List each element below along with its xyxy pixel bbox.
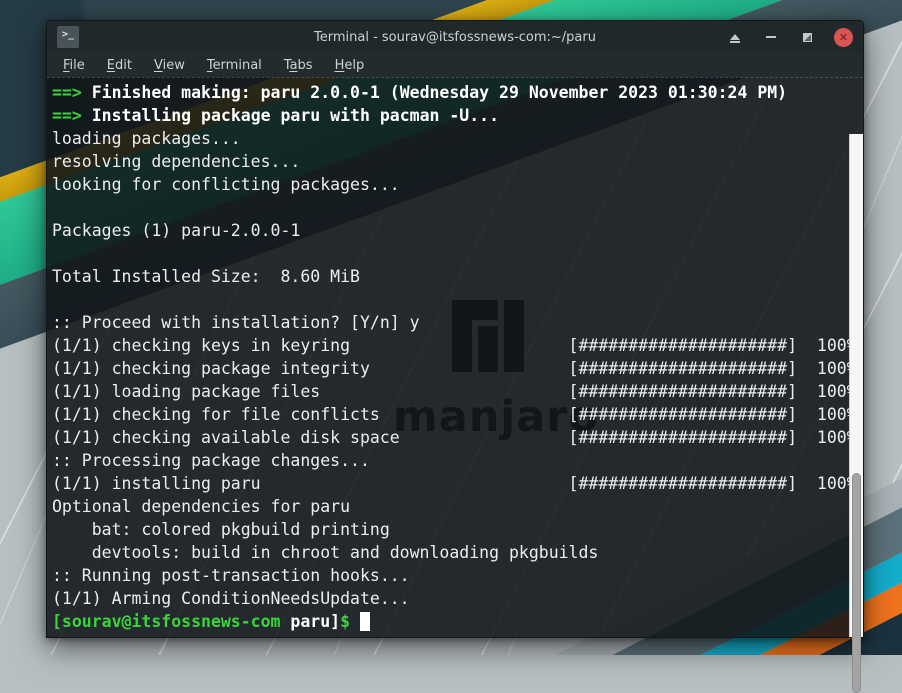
window-titlebar[interactable]: >_ Terminal - sourav@itsfossnews-com:~/p…: [47, 21, 863, 53]
minimize-button[interactable]: [762, 28, 780, 46]
terminal-line: :: Running post-transaction hooks...: [52, 564, 847, 587]
terminal-line: :: Processing package changes...: [52, 449, 847, 472]
menu-file[interactable]: File: [57, 56, 91, 75]
menu-help[interactable]: Help: [329, 56, 371, 75]
terminal-line: devtools: build in chroot and downloadin…: [52, 541, 847, 564]
terminal-line: (1/1) checking package integrity [######…: [52, 357, 847, 380]
maximize-button[interactable]: [798, 28, 816, 46]
terminal-line: [52, 196, 847, 219]
text-cursor: [360, 612, 370, 631]
terminal-line: [sourav@itsfossnews-com paru]$: [52, 610, 847, 633]
eject-icon: [730, 34, 740, 40]
terminal-output: ==> Finished making: paru 2.0.0-1 (Wedne…: [52, 81, 847, 633]
terminal-line: ==> Installing package paru with pacman …: [52, 104, 847, 127]
terminal-line: (1/1) Arming ConditionNeedsUpdate...: [52, 587, 847, 610]
terminal-line: (1/1) loading package files [###########…: [52, 380, 847, 403]
terminal-line: [52, 242, 847, 265]
terminal-line: Optional dependencies for paru: [52, 495, 847, 518]
terminal-window: >_ Terminal - sourav@itsfossnews-com:~/p…: [46, 20, 864, 638]
close-button[interactable]: ✕: [834, 28, 853, 47]
terminal-line: loading packages...: [52, 127, 847, 150]
menu-tabs[interactable]: Tabs: [278, 56, 319, 75]
shade-button[interactable]: [726, 28, 744, 46]
menu-bar: File Edit View Terminal Tabs Help: [47, 53, 863, 77]
terminal-line: Total Installed Size: 8.60 MiB: [52, 265, 847, 288]
menu-edit[interactable]: Edit: [101, 56, 138, 75]
menu-view[interactable]: View: [148, 56, 191, 75]
maximize-icon: [803, 33, 812, 42]
minimize-icon: [766, 36, 776, 38]
terminal-line: bat: colored pkgbuild printing: [52, 518, 847, 541]
terminal-line: ==> Finished making: paru 2.0.0-1 (Wedne…: [52, 81, 847, 104]
terminal-line: Packages (1) paru-2.0.0-1: [52, 219, 847, 242]
window-controls: ✕: [726, 21, 853, 53]
close-icon: ✕: [839, 32, 848, 43]
terminal-line: looking for conflicting packages...: [52, 173, 847, 196]
terminal-line: (1/1) checking for file conflicts [#####…: [52, 403, 847, 426]
terminal-content[interactable]: ==> Finished making: paru 2.0.0-1 (Wedne…: [47, 77, 863, 637]
terminal-line: (1/1) installing paru [#################…: [52, 472, 847, 495]
terminal-icon: >_: [57, 26, 79, 48]
terminal-line: (1/1) checking keys in keyring [########…: [52, 334, 847, 357]
terminal-line: (1/1) checking available disk space [###…: [52, 426, 847, 449]
terminal-line: [52, 288, 847, 311]
terminal-line: resolving dependencies...: [52, 150, 847, 173]
scrollbar-thumb[interactable]: [852, 473, 861, 693]
terminal-line: :: Proceed with installation? [Y/n] y: [52, 311, 847, 334]
menu-terminal[interactable]: Terminal: [201, 56, 268, 75]
scrollbar-track[interactable]: [849, 134, 863, 637]
